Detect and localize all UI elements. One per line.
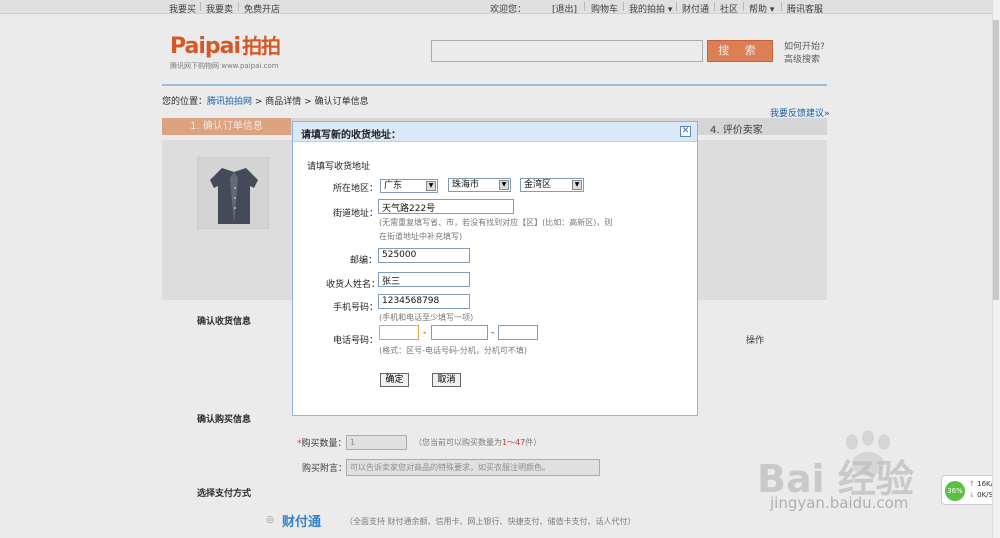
dialog-header: 请填写新的收货地址： ✕: [293, 122, 697, 142]
phone-area-input[interactable]: [379, 325, 419, 340]
phone-number-input[interactable]: [431, 325, 488, 340]
phone-label: 电话号码：: [333, 336, 379, 346]
address-dialog: 请填写新的收货地址： ✕ 请填写收货地址 所在地区： 广东 ▼ 珠海市 ▼ 金湾区 ▼…: [292, 121, 698, 416]
usage-percent: 36%: [945, 481, 965, 501]
phone-dash: -: [423, 328, 427, 338]
scrollbar-thumb[interactable]: [993, 20, 999, 300]
chevron-down-icon: ▼: [572, 180, 582, 190]
dialog-section-title: 请填写收货地址: [307, 162, 371, 172]
receiver-name-input[interactable]: 张三: [378, 272, 470, 287]
district-value: 金湾区: [524, 180, 552, 190]
city-select[interactable]: 珠海市 ▼: [448, 178, 511, 192]
province-value: 广东: [384, 181, 403, 191]
close-icon[interactable]: ✕: [680, 126, 691, 137]
arrow-up-icon: ↑: [969, 480, 975, 488]
dialog-title: 请填写新的收货地址：: [301, 130, 401, 141]
zip-label: 邮编：: [350, 256, 378, 266]
watermark-url: jingyan.baidu.com: [770, 494, 909, 512]
mobile-input[interactable]: 1234568798: [378, 294, 470, 309]
region-label: 所在地区：: [333, 184, 379, 194]
city-value: 珠海市: [452, 180, 480, 190]
arrow-down-icon: ↓: [969, 491, 975, 499]
mobile-note: (手机和电话至少填写一项): [379, 313, 474, 322]
download-value: 0K/S: [977, 491, 993, 499]
street-input[interactable]: 天气路222号: [378, 199, 514, 214]
confirm-button[interactable]: 确定: [380, 373, 409, 387]
phone-ext-input[interactable]: [498, 325, 538, 340]
phone-dash: -: [491, 328, 495, 338]
cancel-button[interactable]: 取消: [432, 373, 461, 387]
download-speed: ↓ 0K/S: [969, 491, 993, 499]
zip-input[interactable]: 525000: [378, 248, 470, 263]
network-speed-widget[interactable]: 36% ↑ 16K/S ↓ 0K/S: [941, 475, 999, 505]
mobile-label: 手机号码：: [333, 303, 379, 313]
phone-note: (格式：区号-电话号码-分机，分机可不填): [379, 346, 528, 355]
street-note-1: (无需重复填写省、市，若没有找到对应【区】(比如：高新区)，则: [379, 218, 613, 227]
province-select[interactable]: 广东 ▼: [380, 179, 438, 193]
district-select[interactable]: 金湾区 ▼: [520, 178, 584, 192]
chevron-down-icon: ▼: [426, 181, 436, 191]
receiver-name-label: 收货人姓名：: [326, 280, 381, 290]
chevron-down-icon: ▼: [499, 180, 509, 190]
street-note-2: 在街道地址中补充填写): [379, 232, 463, 241]
street-label: 街道地址：: [333, 209, 379, 219]
